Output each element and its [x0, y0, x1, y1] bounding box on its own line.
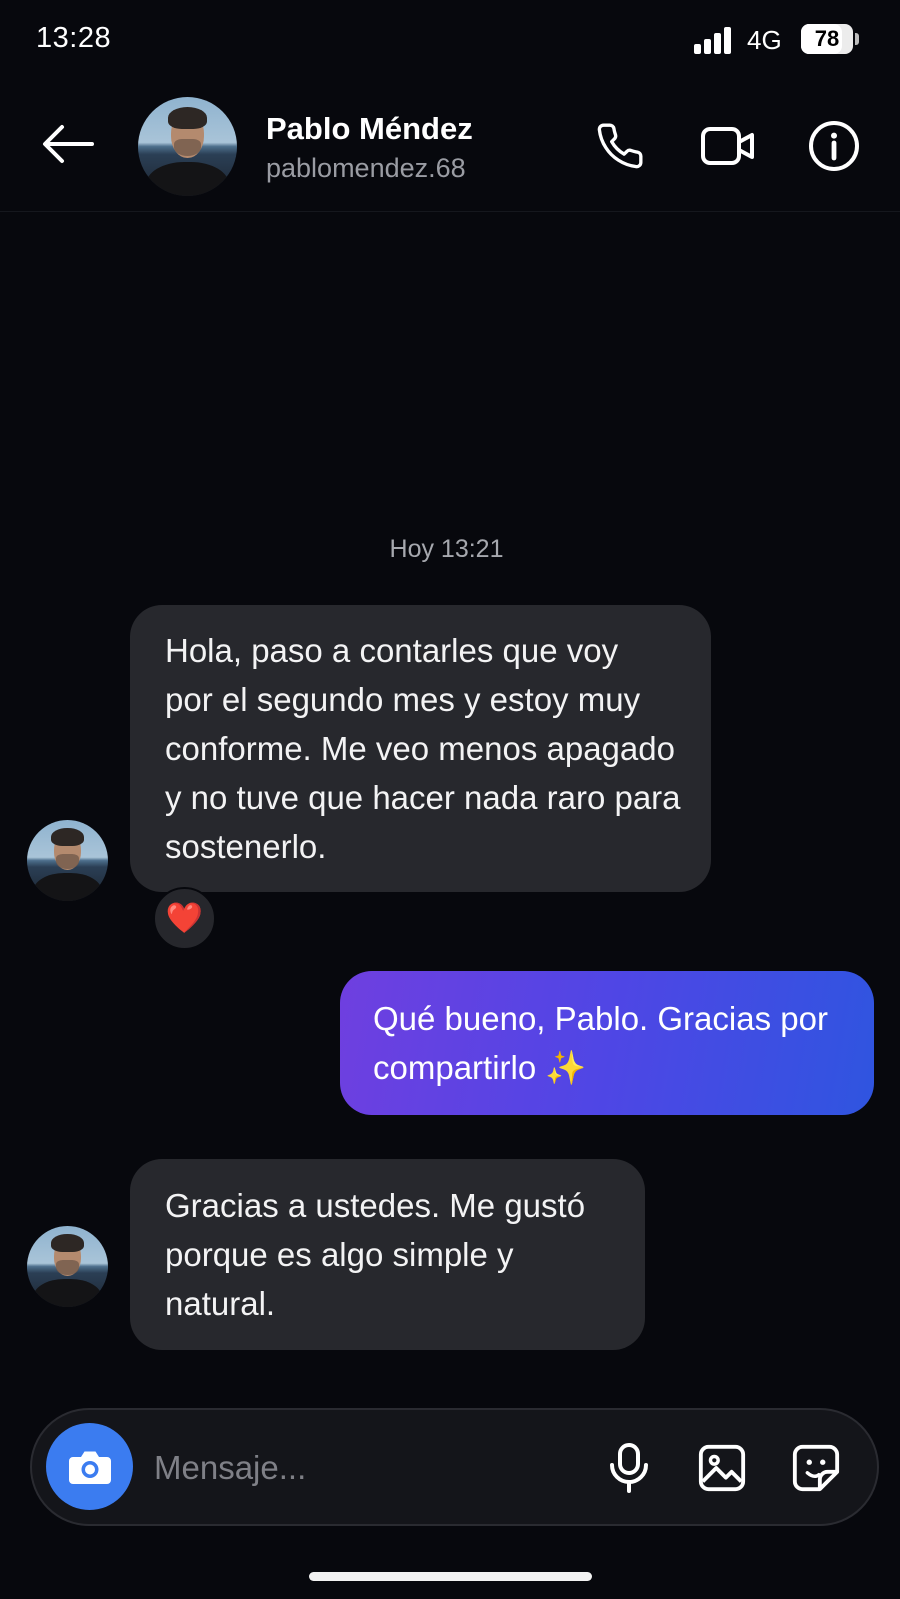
status-time: 13:28 [36, 22, 112, 54]
conversation-info-button[interactable] [806, 118, 862, 174]
message-line: y no tuve que hacer nada raro para [165, 779, 681, 816]
incoming-message-bubble[interactable]: Hola, paso a contarles que voy por el se… [130, 605, 711, 892]
back-arrow-icon [43, 125, 94, 163]
heart-reaction[interactable]: ❤️ [153, 887, 216, 950]
video-camera-icon [701, 127, 754, 165]
message-line: compartirlo ✨ [373, 1049, 587, 1086]
status-bar: 13:28 4G 78 [0, 0, 900, 80]
message-line: Qué bueno, Pablo. Gracias por [373, 1000, 828, 1037]
battery-icon: 78 [801, 24, 853, 54]
gallery-icon [698, 1444, 746, 1492]
chat-header: Pablo Méndez pablomendez.68 [0, 80, 900, 212]
message-line: Hola, paso a contarles que voy [165, 632, 619, 669]
home-indicator[interactable] [309, 1572, 592, 1581]
camera-icon [68, 1451, 111, 1484]
voice-message-button[interactable] [601, 1440, 657, 1496]
message-line: porque es algo simple y natural. [165, 1236, 514, 1322]
network-type: 4G [747, 25, 782, 55]
contact-handle[interactable]: pablomendez.68 [266, 153, 466, 184]
sender-avatar[interactable] [27, 1226, 108, 1307]
microphone-icon [610, 1443, 648, 1493]
heart-icon: ❤️ [165, 901, 204, 935]
sticker-button[interactable] [788, 1440, 844, 1496]
incoming-message-bubble[interactable]: Gracias a ustedes. Me gustó porque es al… [130, 1159, 645, 1350]
video-call-button[interactable] [700, 118, 756, 174]
voice-call-button[interactable] [592, 118, 648, 174]
message-line: conforme. Me veo menos apagado [165, 730, 675, 767]
phone-icon [597, 123, 643, 169]
contact-avatar[interactable] [138, 97, 237, 196]
sender-avatar[interactable] [27, 820, 108, 901]
contact-name[interactable]: Pablo Méndez [266, 111, 473, 147]
message-line: por el segundo mes y estoy muy [165, 681, 641, 718]
message-input[interactable] [154, 1438, 564, 1498]
message-line: sostenerlo. [165, 828, 327, 865]
battery-level: 78 [814, 26, 840, 51]
camera-button[interactable] [46, 1423, 133, 1510]
signal-strength-icon [694, 26, 734, 54]
gallery-button[interactable] [694, 1440, 750, 1496]
sticker-icon [792, 1444, 840, 1492]
back-button[interactable] [38, 118, 98, 170]
battery-tip [855, 33, 859, 45]
message-line: Gracias a ustedes. Me gustó [165, 1187, 586, 1224]
conversation-timestamp: Hoy 13:21 [389, 535, 504, 563]
outgoing-message-bubble[interactable]: Qué bueno, Pablo. Gracias por compartirl… [340, 971, 874, 1115]
message-composer [30, 1408, 879, 1526]
info-icon [809, 121, 859, 171]
